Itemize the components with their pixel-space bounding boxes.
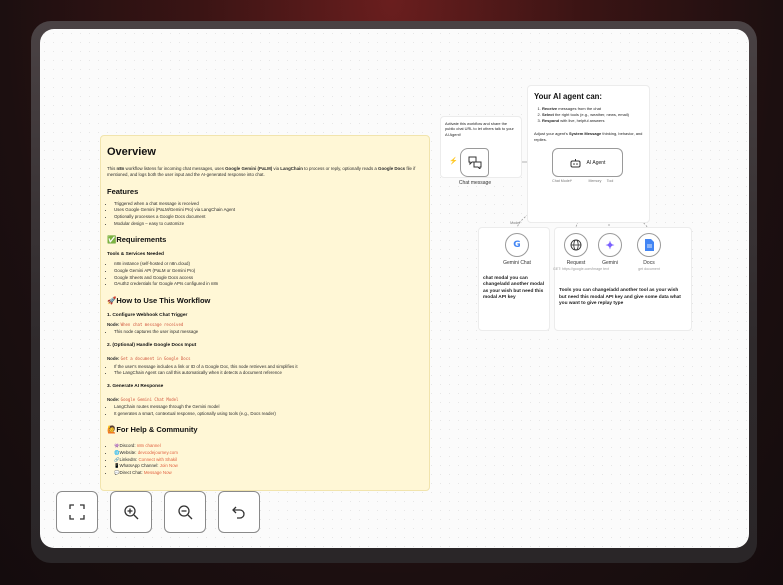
google-docs-icon [644, 239, 654, 251]
fit-view-icon [69, 504, 85, 520]
list-item: Triggered when a chat message is receive… [114, 201, 423, 207]
list-item: If the user's message includes a link or… [114, 364, 423, 370]
list-item: 💬Direct Chat: Message Now [114, 470, 423, 476]
fit-view-button[interactable] [56, 491, 98, 533]
list-item: 🔗LinkedIn: Connect with Shakil [114, 457, 423, 463]
step2-list: If the user's message includes a link or… [107, 364, 423, 377]
chat-message-node[interactable] [460, 148, 489, 177]
undo-icon [232, 506, 245, 519]
model-edge-label: Model [510, 221, 520, 225]
request-sublabel: GET: https://google.com/image text [553, 267, 609, 271]
agent-note-footer: Adjust your agent's System Message think… [534, 130, 643, 142]
google-g-icon: G [513, 240, 521, 250]
overview-sticky-note[interactable]: Overview This n8n workflow listens for i… [100, 135, 430, 491]
tools-note-text: Tools you can change/add another tool as… [559, 288, 681, 307]
agent-capabilities-list: Receive messages from the chat Select th… [534, 106, 643, 124]
gemini-chat-label: Gemini Chat [503, 260, 531, 266]
zoom-in-icon [124, 505, 139, 520]
docs-sublabel: get document [638, 267, 660, 271]
request-node[interactable] [564, 233, 588, 257]
whatsapp-link[interactable]: Join Now [160, 463, 178, 468]
trigger-note-text: Activate this workflow and share the pub… [445, 121, 514, 137]
gemini-star-icon: ✦ [605, 239, 615, 252]
tools-needed-list: n8n instance (self-hosted or n8n.cloud) … [107, 261, 423, 288]
tools-needed-heading: Tools & Services Needed [107, 252, 164, 258]
zoom-in-button[interactable] [110, 491, 152, 533]
linkedin-link[interactable]: Connect with Shakil [139, 457, 178, 462]
list-item: 👾Discord: n8n channel [114, 443, 423, 449]
step3-list: LangChain routes message through the Gem… [107, 404, 423, 417]
robot-icon [570, 158, 581, 167]
overview-title: Overview [107, 146, 156, 158]
features-list: Triggered when a chat message is receive… [107, 201, 423, 228]
list-item: Uses Google Gemini (PaLM/Gemini Pro) via… [114, 207, 423, 213]
gemini-node[interactable]: ✦ [598, 233, 622, 257]
gemini-note-text: chat modal you can change/add another mo… [483, 276, 545, 301]
step1-node: Node: When chat message received [107, 321, 184, 327]
list-item: Google Sheets and Google Docs access [114, 275, 423, 281]
step3-heading: 3. Generate AI Response [107, 383, 164, 389]
step2-node: Node: Get a document in Google Docs [107, 356, 191, 362]
website-link[interactable]: devcodejourney.com [138, 450, 178, 455]
workflow-canvas[interactable]: Overview This n8n workflow listens for i… [40, 29, 749, 548]
gemini-label: Gemini [602, 260, 618, 266]
list-item: It generates a smart, contextual respons… [114, 411, 423, 417]
ai-agent-node[interactable]: AI Agent [552, 148, 623, 177]
step3-node: Node: Google Gemini Chat Model [107, 396, 179, 402]
list-item: Google Gemini API (PaLM or Gemini Pro) [114, 268, 423, 274]
agent-note-title: Your AI agent can: [534, 92, 603, 101]
globe-icon [570, 239, 582, 251]
discord-link[interactable]: n8n channel [137, 443, 161, 448]
list-item: Optionally processes a Google Docs docum… [114, 214, 423, 220]
list-item: Respond with live, helpful answers [542, 118, 643, 124]
howto-heading: 🚀How to Use This Workflow [107, 295, 211, 305]
step1-heading: 1. Configure Webhook Chat Trigger [107, 312, 188, 318]
docs-label: Docs [643, 260, 655, 266]
trigger-bolt-icon: ⚡ [449, 158, 458, 165]
zoom-out-button[interactable] [164, 491, 206, 533]
list-item: OAuth2 credentials for Google APIs confi… [114, 281, 423, 287]
undo-button[interactable] [218, 491, 260, 533]
zoom-out-icon [178, 505, 193, 520]
docs-node[interactable] [637, 233, 661, 257]
chat-message-label: Chat message [458, 180, 492, 186]
list-item: LangChain routes message through the Gem… [114, 404, 423, 410]
list-item: This node captures the user input messag… [114, 329, 423, 335]
list-item: 📱WhatsApp Channel: Join Now [114, 463, 423, 469]
help-heading: 🙋For Help & Community [107, 425, 198, 435]
chat-bubbles-icon [468, 156, 481, 169]
tool-port-label: Tool [606, 179, 614, 183]
step2-heading: 2. (Optional) Handle Google Docs Input [107, 343, 197, 349]
direct-chat-link[interactable]: Message Now [144, 470, 172, 475]
help-list: 👾Discord: n8n channel 🌐Website: devcodej… [107, 443, 423, 476]
overview-intro: This n8n workflow listens for incoming c… [107, 165, 416, 178]
list-item: The LangChain Agent can call this automa… [114, 370, 423, 376]
chat-model-port-label: Chat Model* [552, 179, 572, 183]
features-heading: Features [107, 186, 139, 196]
gemini-chat-node[interactable]: G [505, 233, 529, 257]
step1-list: This node captures the user input messag… [107, 329, 423, 335]
list-item: 🌐Website: devcodejourney.com [114, 450, 423, 456]
list-item: Modular design – easy to customize [114, 221, 423, 227]
ai-agent-label: AI Agent [586, 159, 606, 166]
requirements-heading: ✅Requirements [107, 235, 167, 245]
list-item: n8n instance (self-hosted or n8n.cloud) [114, 261, 423, 267]
